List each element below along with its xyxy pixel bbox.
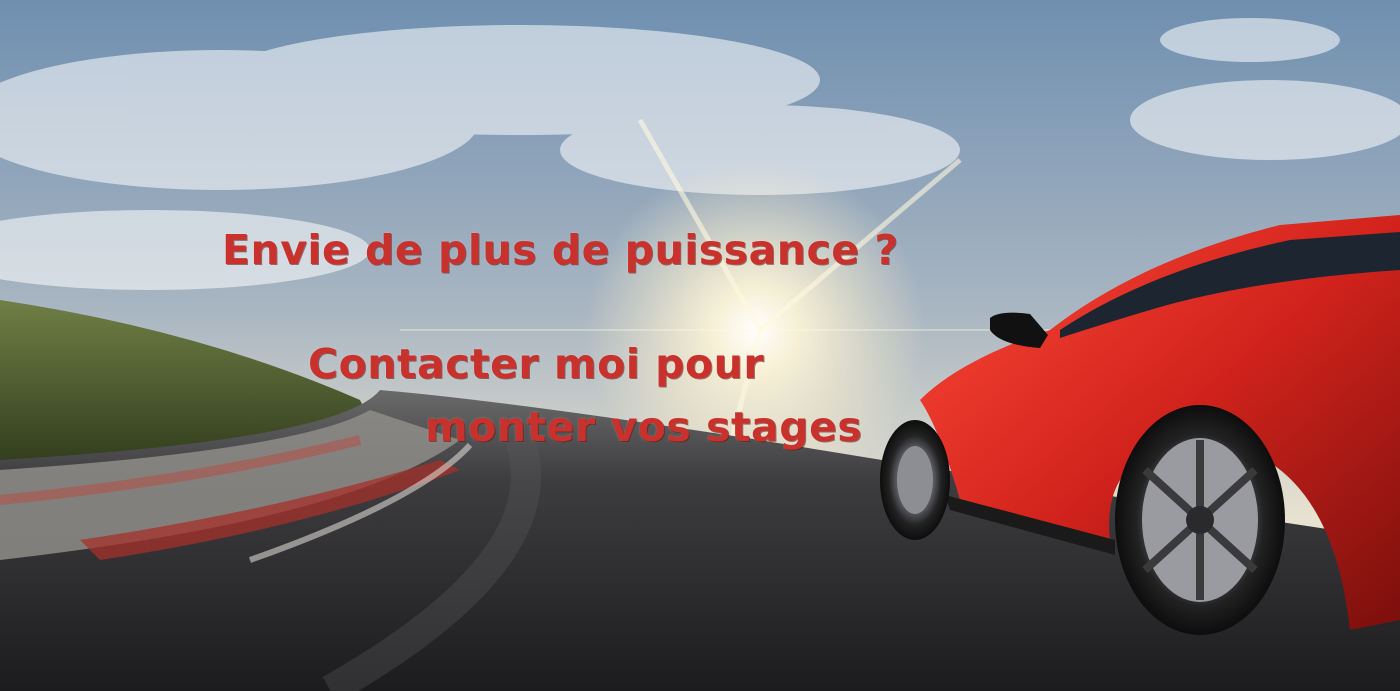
- headline-stages: monter vos stages: [425, 403, 863, 451]
- hero-banner: Envie de plus de puissance ? Contacter m…: [0, 0, 1400, 691]
- headline-contact: Contacter moi pour: [308, 340, 765, 388]
- headline-power: Envie de plus de puissance ?: [222, 226, 899, 274]
